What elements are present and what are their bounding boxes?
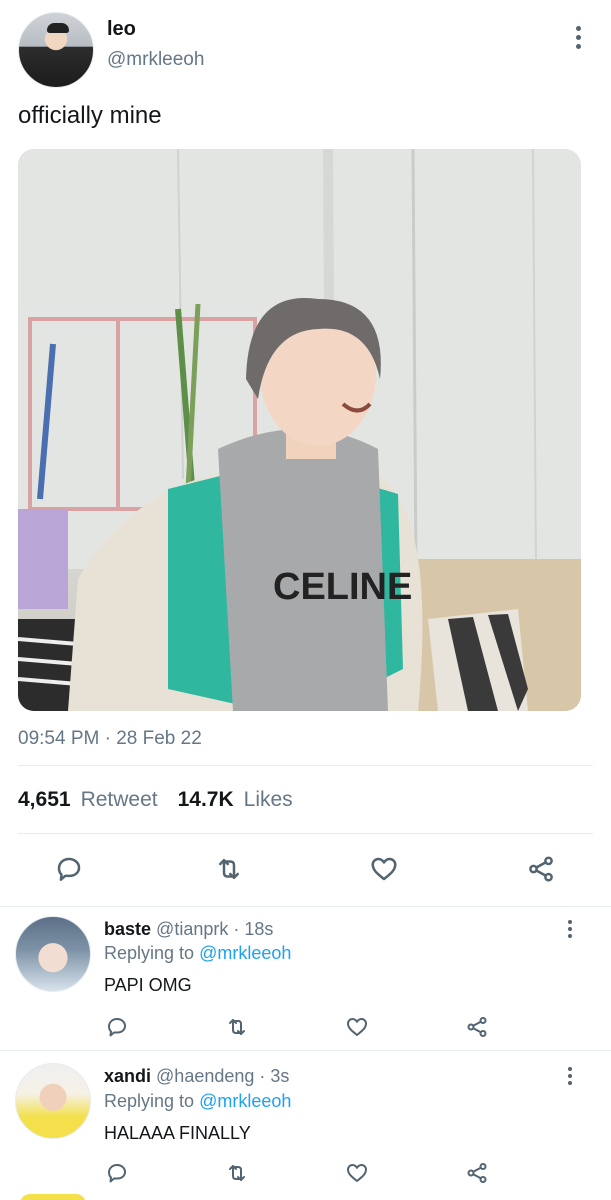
reply-text: HALAAA FINALLY	[104, 1123, 251, 1143]
divider	[18, 765, 593, 766]
more-vertical-icon	[563, 1067, 577, 1085]
retweet-button[interactable]	[220, 1156, 254, 1190]
like-button[interactable]	[367, 852, 401, 886]
reply-button[interactable]	[100, 1010, 134, 1044]
likes-label[interactable]: Likes	[244, 788, 293, 812]
tweet-action-bar	[0, 852, 611, 888]
reply-more-button[interactable]	[563, 920, 577, 940]
more-vertical-icon	[568, 26, 588, 49]
reply-avatar[interactable]	[15, 1063, 91, 1139]
author-name[interactable]: leo	[107, 18, 136, 41]
reply-more-button[interactable]	[563, 1067, 577, 1087]
heart-icon	[371, 857, 397, 881]
more-vertical-icon	[563, 920, 577, 938]
replying-to: Replying to @mrkleeoh	[104, 943, 291, 964]
retweet-icon	[219, 859, 239, 879]
shirt-logo-text: CELINE	[273, 566, 412, 608]
replying-to: Replying to @mrkleeoh	[104, 1091, 291, 1112]
separator-dot: ·	[233, 919, 240, 939]
reply-author-name[interactable]: baste	[104, 919, 151, 939]
likes-count[interactable]: 14.7K	[178, 788, 234, 812]
share-button[interactable]	[524, 852, 558, 886]
share-icon	[529, 856, 553, 882]
tweet-photo[interactable]: CELINE	[18, 149, 581, 711]
reply-button[interactable]	[52, 852, 86, 886]
reply-icon	[57, 857, 81, 881]
retweet-label[interactable]: Retweet	[81, 788, 158, 812]
reply-icon	[108, 1018, 126, 1037]
reply-header: xandi @haendeng · 3s	[104, 1066, 289, 1087]
tweet-text: officially mine	[18, 102, 162, 129]
separator-dot: ·	[259, 1066, 266, 1086]
reply-avatar[interactable]	[15, 916, 91, 992]
retweet-button[interactable]	[220, 1010, 254, 1044]
heart-icon	[347, 1164, 367, 1182]
share-button[interactable]	[460, 1156, 494, 1190]
replying-to-label: Replying to	[104, 943, 195, 963]
reply-header: baste @tianprk · 18s	[104, 919, 273, 940]
next-reply-avatar-peek	[20, 1194, 86, 1200]
replying-to-label: Replying to	[104, 1091, 195, 1111]
author-handle[interactable]: @mrkleeoh	[107, 49, 204, 71]
share-icon	[467, 1163, 487, 1183]
replying-to-handle[interactable]: @mrkleeoh	[199, 1091, 291, 1111]
divider	[0, 1050, 611, 1051]
author-avatar[interactable]	[18, 12, 94, 88]
reply-author-handle[interactable]: @haendeng	[156, 1066, 254, 1086]
reply-author-name[interactable]: xandi	[104, 1066, 151, 1086]
divider	[18, 833, 593, 834]
more-options-button[interactable]	[568, 26, 588, 50]
replying-to-handle[interactable]: @mrkleeoh	[199, 943, 291, 963]
like-button[interactable]	[340, 1010, 374, 1044]
share-button[interactable]	[460, 1010, 494, 1044]
heart-icon	[347, 1018, 367, 1036]
reply-author-handle[interactable]: @tianprk	[156, 919, 228, 939]
retweet-count[interactable]: 4,651	[18, 788, 71, 812]
tweet-timestamp[interactable]: 09:54 PM · 28 Feb 22	[18, 728, 202, 750]
share-icon	[467, 1017, 487, 1037]
reply-time[interactable]: 18s	[244, 919, 273, 939]
like-button[interactable]	[340, 1156, 374, 1190]
reply-text: PAPI OMG	[104, 975, 192, 995]
reply-button[interactable]	[100, 1156, 134, 1190]
tweet-stats: 4,651 Retweet 14.7K Likes	[18, 788, 293, 812]
retweet-icon	[229, 1019, 245, 1035]
retweet-button[interactable]	[212, 852, 246, 886]
retweet-icon	[229, 1165, 245, 1181]
divider	[0, 906, 611, 907]
reply-icon	[108, 1164, 126, 1183]
reply-time[interactable]: 3s	[270, 1066, 289, 1086]
